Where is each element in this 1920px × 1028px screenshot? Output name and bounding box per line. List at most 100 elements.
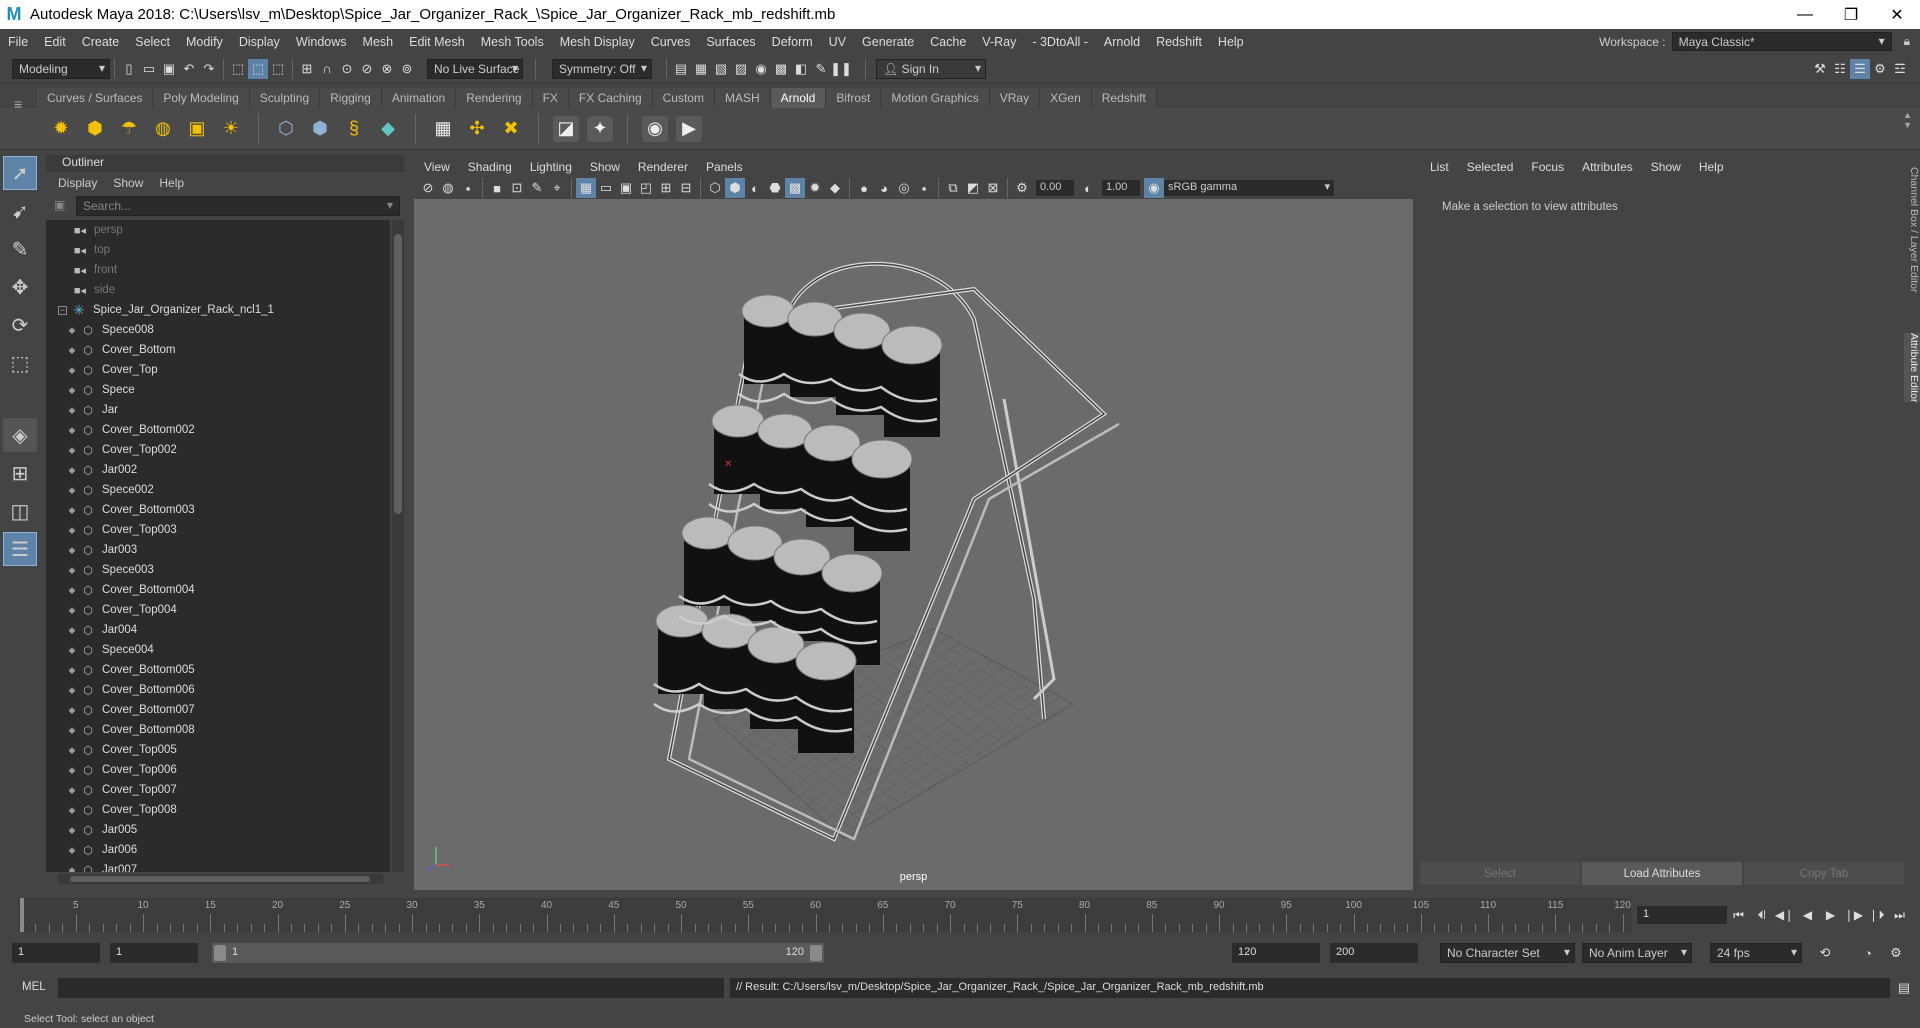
attribute-editor-toggle-icon[interactable]: ☰ (1850, 59, 1870, 79)
shelf-tab-custom[interactable]: Custom (652, 88, 715, 108)
list-item[interactable]: ◆ ⬡ Cover_Top005 (46, 740, 390, 760)
expand-icon[interactable]: ◆ (68, 645, 76, 656)
expand-icon[interactable]: ◆ (68, 385, 76, 396)
live-surface-dropdown[interactable]: No Live Surface (427, 58, 523, 79)
scrollbar-thumb[interactable] (70, 876, 370, 882)
expand-icon[interactable]: ◆ (68, 765, 76, 776)
play-backward-icon[interactable]: ◀ (1796, 904, 1819, 926)
list-item[interactable]: ◆ ⬡ Cover_Bottom006 (46, 680, 390, 700)
shelf-tab-fx[interactable]: FX (532, 88, 569, 108)
expand-icon[interactable]: ◆ (68, 505, 76, 516)
shelf-tab-sculpting[interactable]: Sculpting (249, 88, 321, 108)
outliner-search-input[interactable]: Search... ▾ (76, 196, 400, 216)
render-view-icon[interactable]: ▤ (671, 59, 691, 79)
flush-cache-icon[interactable]: ✣ (464, 116, 490, 142)
expand-icon[interactable]: ◆ (68, 845, 76, 856)
tx-manager-icon[interactable]: ◪ (553, 115, 579, 142)
expand-icon[interactable]: ◆ (68, 705, 76, 716)
viewport-menu-renderer[interactable]: Renderer (638, 160, 688, 174)
viewport-menu-lighting[interactable]: Lighting (530, 160, 572, 174)
menu-mesh[interactable]: Mesh (355, 35, 402, 49)
shelf-tab-curves-surfaces[interactable]: Curves / Surfaces (37, 88, 154, 108)
expand-icon[interactable]: ◆ (68, 685, 76, 696)
attr-menu-focus[interactable]: Focus (1531, 160, 1564, 174)
gate-mask-icon[interactable]: ◰ (636, 178, 656, 198)
select-tool-icon[interactable]: ➚ (3, 156, 37, 190)
list-item[interactable]: ◆ ⬡ Cover_Top002 (46, 440, 390, 460)
list-item[interactable]: ■◂ front (46, 260, 390, 280)
four-view-layout-icon[interactable]: ⊞ (3, 456, 37, 490)
undo-icon[interactable]: ↶ (179, 59, 199, 79)
expand-icon[interactable]: ◆ (68, 745, 76, 756)
list-item[interactable]: ◆ ⬡ Cover_Bottom002 (46, 420, 390, 440)
field-chart-icon[interactable]: ⊞ (656, 178, 676, 198)
list-item[interactable]: ◆ ⬡ Cover_Top (46, 360, 390, 380)
expand-icon[interactable]: ◆ (68, 325, 76, 336)
playback-end-field[interactable]: 120 (1232, 943, 1320, 963)
list-item[interactable]: ◆ ⬡ Jar003 (46, 540, 390, 560)
step-back-frame-icon[interactable]: ⏴❘ (1750, 904, 1773, 926)
wireframe-icon[interactable]: ⬡ (705, 178, 725, 198)
menu-file[interactable]: File (0, 35, 36, 49)
menu-mesh-tools[interactable]: Mesh Tools (473, 35, 552, 49)
snap-point-icon[interactable]: ⊙ (337, 59, 357, 79)
command-input[interactable] (58, 978, 724, 998)
outliner-menu-display[interactable]: Display (58, 176, 97, 190)
shelf-tab-bifrost[interactable]: Bifrost (826, 88, 882, 108)
list-item[interactable]: ◆ ⬡ Jar002 (46, 460, 390, 480)
range-end-handle[interactable] (810, 945, 822, 961)
shelf-tab-animation[interactable]: Animation (381, 88, 457, 108)
light-portal-icon[interactable]: ▣ (184, 116, 210, 142)
isolate-select-icon[interactable]: ⧉ (943, 178, 963, 198)
redshift-render-icon[interactable]: ◧ (791, 59, 811, 79)
viewport-menu-panels[interactable]: Panels (706, 160, 743, 174)
list-item[interactable]: ■◂ persp (46, 220, 390, 240)
anim-layer-dropdown[interactable]: No Anim Layer (1582, 943, 1692, 963)
physical-sky-icon[interactable]: ☀ (218, 116, 244, 142)
expand-icon[interactable]: ◆ (68, 825, 76, 836)
expand-icon[interactable]: ◆ (68, 805, 76, 816)
timeline-ruler[interactable]: 1510152025303540455055606570758085909510… (18, 898, 1632, 932)
snap-curve-icon[interactable]: ∩ (317, 59, 337, 79)
open-scene-icon[interactable]: ▭ (139, 59, 159, 79)
list-item[interactable]: ◆ ⬡ Spece008 (46, 320, 390, 340)
attr-menu-list[interactable]: List (1430, 160, 1449, 174)
depth-of-field-icon[interactable]: ▪ (914, 178, 934, 198)
render-settings-icon[interactable]: ▨ (731, 59, 751, 79)
ipr-render-icon[interactable]: ▧ (711, 59, 731, 79)
shelf-tab-arnold[interactable]: Arnold (770, 88, 827, 108)
expand-icon[interactable]: ◆ (68, 365, 76, 376)
play-forward-icon[interactable]: ▶ (1819, 904, 1842, 926)
expand-icon[interactable]: ◆ (68, 785, 76, 796)
lock-icon[interactable]: 🔒︎ (1904, 34, 1910, 49)
exposure-icon[interactable]: ⚙ (1012, 178, 1032, 198)
menu-display[interactable]: Display (231, 35, 288, 49)
list-item[interactable]: ◆ ⬡ Cover_Bottom004 (46, 580, 390, 600)
restore-icon[interactable]: ❐ (1828, 0, 1874, 29)
use-all-lights-icon[interactable]: ✹ (805, 178, 825, 198)
motion-blur-icon[interactable]: ◕ (874, 178, 894, 198)
list-item[interactable]: ◆ ⬡ Cover_Top006 (46, 760, 390, 780)
playback-start-field[interactable]: 1 (110, 943, 198, 963)
exposure-field[interactable]: 0.00 (1036, 180, 1074, 196)
outliner-layout-icon[interactable]: ☰ (3, 532, 37, 566)
list-item[interactable]: ◆ ⬡ Spece002 (46, 480, 390, 500)
safe-action-icon[interactable]: ⊟ (676, 178, 696, 198)
viewport-scene[interactable]: ✕ (414, 199, 1413, 890)
chevron-down-icon[interactable]: ▾ (387, 198, 393, 212)
redshift-ipr-icon[interactable]: ✎ (811, 59, 831, 79)
smooth-shade-icon[interactable]: ⬢ (725, 178, 745, 198)
list-item[interactable]: ◆ ⬡ Cover_Top003 (46, 520, 390, 540)
play-render-icon[interactable]: ▶ (676, 115, 702, 142)
current-frame-field[interactable]: 1 (1637, 906, 1727, 924)
workspace-dropdown[interactable]: Maya Classic* (1671, 32, 1892, 51)
select-camera-icon[interactable]: ⊘ (418, 178, 438, 198)
minimize-icon[interactable]: — (1782, 0, 1828, 29)
menu-redshift[interactable]: Redshift (1148, 35, 1210, 49)
modeling-toolkit-icon[interactable]: ⚒ (1810, 59, 1830, 79)
outliner-vertical-scrollbar[interactable] (392, 220, 404, 872)
snap-grid-icon[interactable]: ⊞ (297, 59, 317, 79)
list-item[interactable]: ◆ ⬡ Cover_Top004 (46, 600, 390, 620)
expand-icon[interactable]: ◆ (68, 405, 76, 416)
list-item[interactable]: ◆ ⬡ Jar006 (46, 840, 390, 860)
